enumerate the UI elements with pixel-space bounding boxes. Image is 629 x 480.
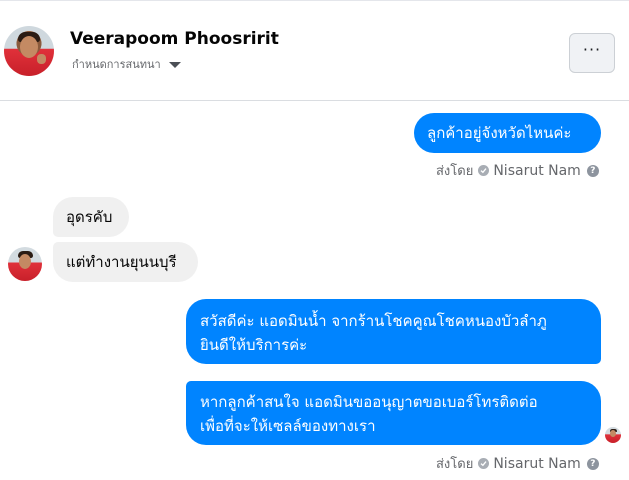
message-bubble-incoming[interactable]: แต่ทำงานยุนนบุรี xyxy=(53,242,198,282)
more-options-button[interactable]: ··· xyxy=(569,33,615,73)
check-circle-icon xyxy=(478,165,490,176)
message-bubble-outgoing[interactable]: สวัสดีค่ะ แอดมินน้ำ จากร้านโชคคูณโชคหนอง… xyxy=(186,299,601,364)
conversation-panel: Veerapoom Phoosririt กำหนดการสนทนา ··· ล… xyxy=(0,0,629,480)
conversation-header: Veerapoom Phoosririt กำหนดการสนทนา ··· xyxy=(0,1,629,101)
caret-down-icon xyxy=(168,61,181,68)
contact-avatar[interactable] xyxy=(4,26,54,76)
question-circle-icon[interactable]: ? xyxy=(586,164,599,177)
message-text: แต่ทำงานยุนนบุรี xyxy=(66,253,177,271)
message-text-line: เพื่อที่จะให้เซลล์ของทางเรา xyxy=(200,417,376,435)
message-text-line: ยินดีให้บริการค่ะ xyxy=(200,336,308,354)
contact-avatar-small[interactable] xyxy=(8,247,42,281)
sent-by-prefix: ส่งโดย xyxy=(436,164,474,179)
message-text-line: สวัสดีค่ะ แอดมินน้ำ จากร้านโชคคูณโชคหนอง… xyxy=(200,312,547,330)
check-circle-icon xyxy=(478,458,490,469)
schedule-dropdown[interactable]: กำหนดการสนทนา xyxy=(72,55,181,73)
message-bubble-incoming[interactable]: อุดรคับ xyxy=(53,197,129,237)
question-circle-icon[interactable]: ? xyxy=(586,457,599,470)
message-text-line: หากลูกค้าสนใจ แอดมินขออนุญาตขอเบอร์โทรติ… xyxy=(200,393,538,411)
more-horizontal-icon: ··· xyxy=(582,40,602,59)
message-text: อุดรคับ xyxy=(66,208,113,226)
schedule-label: กำหนดการสนทนา xyxy=(72,58,161,71)
sent-by-prefix: ส่งโดย xyxy=(436,457,474,472)
sent-by-info: ส่งโดย Nisarut Nam ? xyxy=(436,453,599,474)
message-bubble-outgoing[interactable]: ลูกค้าอยู่จังหวัดไหนค่ะ xyxy=(414,113,601,153)
seen-avatar xyxy=(605,427,621,443)
sender-name[interactable]: Nisarut Nam xyxy=(493,163,581,179)
message-bubble-outgoing[interactable]: หากลูกค้าสนใจ แอดมินขออนุญาตขอเบอร์โทรติ… xyxy=(186,381,601,445)
message-text: ลูกค้าอยู่จังหวัดไหนค่ะ xyxy=(427,124,572,142)
contact-name[interactable]: Veerapoom Phoosririt xyxy=(70,29,279,49)
sender-name[interactable]: Nisarut Nam xyxy=(493,456,581,472)
sent-by-info: ส่งโดย Nisarut Nam ? xyxy=(436,160,599,181)
